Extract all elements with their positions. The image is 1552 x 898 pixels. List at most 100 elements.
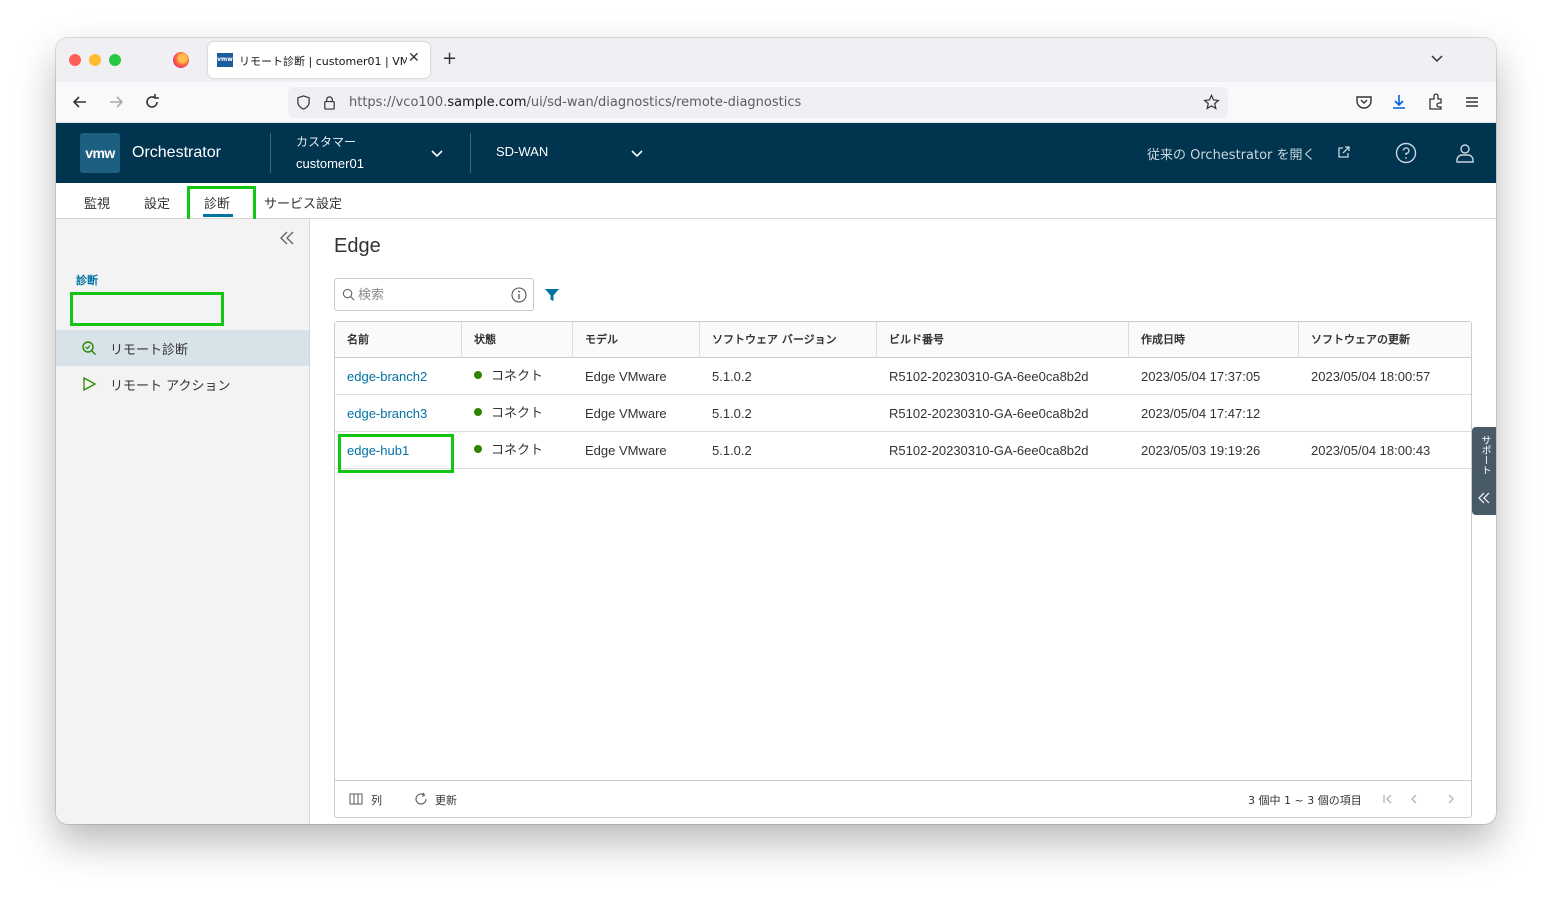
product-value: SD-WAN: [496, 144, 549, 159]
filter-icon[interactable]: [544, 287, 560, 303]
table-row: edge-branch3 コネクト Edge VMware 5.1.0.2 R5…: [335, 395, 1471, 432]
main-content: Edge 名前 状態 モデル ソフトウェア バージョン ビルド番号: [310, 219, 1496, 824]
version-cell: 5.1.0.2: [712, 443, 752, 458]
app-name[interactable]: Orchestrator: [132, 144, 221, 162]
tab-strip: vmw リモート診断 | customer01 | VMware ✕ +: [56, 38, 1496, 82]
back-arrow-icon[interactable]: [70, 92, 90, 112]
chevron-down-icon[interactable]: [430, 146, 444, 160]
chevron-down-icon[interactable]: [630, 146, 644, 160]
created-cell: 2023/05/04 17:37:05: [1141, 369, 1261, 384]
customer-label: カスタマー: [296, 135, 357, 149]
address-bar[interactable]: https://vco100.sample.com/ui/sd-wan/diag…: [288, 87, 1228, 118]
created-cell: 2023/05/04 17:47:12: [1141, 406, 1261, 421]
downloads-icon[interactable]: [1389, 92, 1409, 112]
previous-page-icon[interactable]: [1407, 792, 1421, 806]
column-header-name[interactable]: 名前: [335, 322, 462, 358]
external-link-icon[interactable]: [1337, 145, 1351, 159]
info-icon[interactable]: [511, 287, 527, 303]
page-title: Edge: [334, 235, 381, 257]
model-cell: Edge VMware: [585, 406, 667, 421]
forward-arrow-icon[interactable]: [106, 92, 126, 112]
edge-name-link[interactable]: edge-branch2: [335, 358, 427, 395]
refresh-icon[interactable]: [414, 792, 428, 806]
support-tab-label: サポート: [1479, 435, 1490, 475]
column-header-build-number[interactable]: ビルド番号: [877, 322, 1129, 358]
status-cell: コネクト: [462, 358, 543, 395]
help-icon[interactable]: [1395, 142, 1417, 164]
edge-name-link[interactable]: edge-branch3: [335, 395, 427, 432]
collapse-sidebar-icon[interactable]: [278, 229, 296, 247]
vmware-favicon-icon: vmw: [217, 53, 233, 67]
sidebar-item-label: リモート アクション: [110, 379, 231, 394]
reload-icon[interactable]: [142, 92, 162, 112]
play-icon: [83, 376, 97, 392]
firefox-icon[interactable]: [173, 52, 189, 68]
legacy-orchestrator-link[interactable]: 従来の Orchestrator を開く: [1147, 144, 1316, 163]
zoom-window-button[interactable]: [109, 54, 121, 66]
sidebar-item-remote-actions[interactable]: リモート アクション: [56, 366, 309, 402]
header-divider: [270, 133, 271, 173]
version-cell: 5.1.0.2: [712, 369, 752, 384]
close-tab-icon[interactable]: ✕: [408, 50, 420, 66]
build-cell: R5102-20230310-GA-6ee0ca8b2d: [889, 369, 1089, 384]
header-divider: [470, 133, 471, 173]
next-page-icon[interactable]: [1444, 792, 1458, 806]
bookmark-star-icon[interactable]: [1203, 94, 1220, 111]
highlight-box: [70, 292, 224, 326]
search-diagnostics-icon: [82, 341, 96, 355]
support-side-tab[interactable]: サポート: [1472, 427, 1496, 515]
hamburger-menu-icon[interactable]: [1462, 92, 1482, 112]
table-footer: 列 更新 3 個中 1 ~ 3 個の項目: [335, 780, 1471, 817]
browser-tab[interactable]: vmw リモート診断 | customer01 | VMware ✕: [208, 42, 430, 78]
status-cell: コネクト: [462, 395, 543, 432]
version-cell: 5.1.0.2: [712, 406, 752, 421]
column-header-created[interactable]: 作成日時: [1129, 322, 1299, 358]
build-cell: R5102-20230310-GA-6ee0ca8b2d: [889, 406, 1089, 421]
first-page-icon[interactable]: [1381, 792, 1395, 806]
chevron-down-icon[interactable]: [1429, 50, 1445, 66]
extensions-icon[interactable]: [1426, 92, 1446, 112]
pocket-icon[interactable]: [1354, 92, 1374, 112]
status-connected-icon: [474, 445, 482, 453]
minimize-window-button[interactable]: [89, 54, 101, 66]
sidebar-item-label: リモート診断: [110, 343, 189, 358]
model-cell: Edge VMware: [585, 369, 667, 384]
column-header-status[interactable]: 状態: [462, 322, 573, 358]
refresh-button-label[interactable]: 更新: [435, 792, 457, 808]
updated-cell: [1299, 395, 1311, 432]
tab-monitor[interactable]: 監視: [84, 193, 110, 212]
sidebar-section-title: 診断: [76, 274, 98, 287]
build-cell: R5102-20230310-GA-6ee0ca8b2d: [889, 443, 1089, 458]
updated-cell: 2023/05/04 18:00:57: [1311, 369, 1431, 384]
shield-icon[interactable]: [296, 95, 311, 110]
lock-icon[interactable]: [322, 95, 337, 110]
table-header: 名前 状態 モデル ソフトウェア バージョン ビルド番号 作成日時 ソフトウェア…: [335, 322, 1471, 358]
columns-icon[interactable]: [349, 792, 363, 806]
sidebar-item-remote-diagnostics[interactable]: リモート診断: [56, 330, 309, 366]
search-box[interactable]: [334, 278, 534, 311]
status-connected-icon: [474, 371, 482, 379]
pagination-text: 3 個中 1 ~ 3 個の項目: [1248, 794, 1362, 807]
tab-service-settings[interactable]: サービス設定: [264, 193, 342, 212]
close-window-button[interactable]: [69, 54, 81, 66]
app-header: vmw Orchestrator カスタマー customer01 SD-WAN…: [56, 123, 1496, 183]
status-connected-icon: [474, 408, 482, 416]
vmware-logo[interactable]: vmw: [80, 133, 120, 173]
updated-cell: 2023/05/04 18:00:43: [1311, 443, 1431, 458]
column-header-model[interactable]: モデル: [573, 322, 700, 358]
user-icon[interactable]: [1454, 142, 1476, 164]
column-header-software-version[interactable]: ソフトウェア バージョン: [700, 322, 877, 358]
customer-value: customer01: [296, 156, 364, 171]
column-header-software-update[interactable]: ソフトウェアの更新: [1299, 322, 1471, 358]
browser-window: vmw リモート診断 | customer01 | VMware ✕ +: [56, 38, 1496, 824]
search-icon: [342, 288, 355, 301]
edge-table: 名前 状態 モデル ソフトウェア バージョン ビルド番号 作成日時 ソフトウェア…: [334, 321, 1472, 818]
columns-button-label[interactable]: 列: [371, 792, 382, 808]
tab-settings[interactable]: 設定: [144, 193, 170, 212]
double-chevron-left-icon: [1478, 492, 1490, 504]
status-cell: コネクト: [462, 432, 543, 469]
search-input[interactable]: [358, 285, 508, 305]
highlight-box: [338, 434, 454, 473]
url-text[interactable]: https://vco100.sample.com/ui/sd-wan/diag…: [349, 95, 801, 110]
new-tab-button[interactable]: +: [442, 48, 457, 69]
